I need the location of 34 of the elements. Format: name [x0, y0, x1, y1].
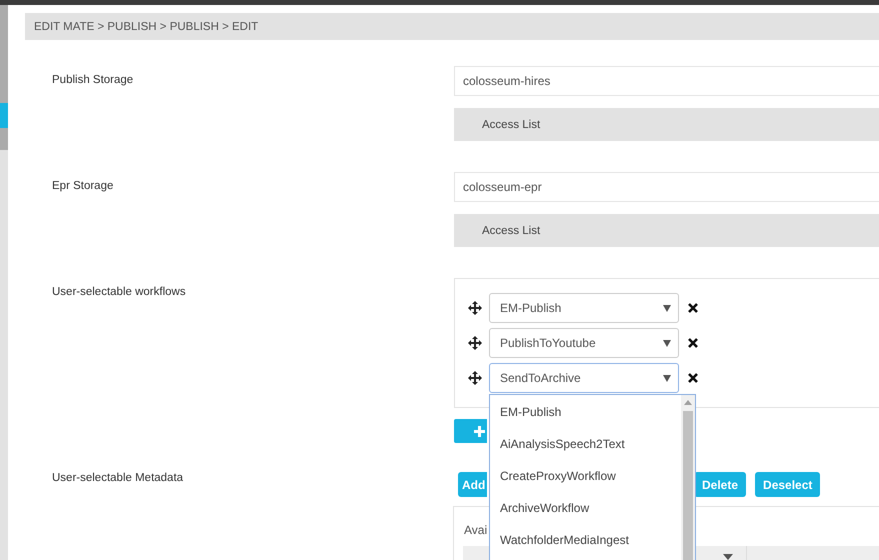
caret-icon — [663, 375, 671, 382]
storage-select[interactable]: colosseum-epr — [454, 172, 879, 202]
remove-icon[interactable] — [688, 303, 698, 313]
breadcrumb: EDIT MATE > PUBLISH > PUBLISH > EDIT — [25, 13, 879, 40]
field-label: Publish Storage — [51, 73, 134, 86]
scroll-thumb[interactable] — [683, 411, 693, 560]
remove-icon[interactable] — [688, 373, 698, 383]
workflow-select[interactable]: EM-Publish — [489, 293, 679, 323]
storage-select[interactable]: colosseum-hires — [454, 66, 879, 96]
dropdown-option[interactable]: CreateProxyWorkflow — [490, 460, 681, 492]
field-label: User-selectable workflows — [51, 285, 186, 298]
sidebar-scroll-thumb[interactable] — [0, 5, 8, 103]
dropdown-option[interactable]: ArchiveWorkflow — [490, 492, 681, 524]
dropdown-option[interactable]: WatchfolderMediaIngest — [490, 524, 681, 556]
dropdown-option[interactable]: EM-Publish — [490, 396, 681, 428]
access-list-button[interactable]: Access List — [454, 214, 879, 247]
sort-icon[interactable] — [723, 554, 733, 560]
scrollbar[interactable] — [681, 395, 695, 560]
move-icon[interactable] — [468, 336, 482, 350]
plus-icon — [474, 426, 485, 436]
move-icon[interactable] — [468, 371, 482, 385]
caret-icon — [663, 340, 671, 347]
field-label: Epr Storage — [51, 179, 114, 192]
panel-title: Avai — [464, 523, 488, 537]
workflow-select[interactable]: SendToArchive — [489, 363, 679, 393]
dropdown-option[interactable]: AiAnalysisSpeech2Text — [490, 428, 681, 460]
field-label: User-selectable Metadata — [51, 472, 184, 484]
active-indicator — [0, 103, 8, 128]
remove-icon[interactable] — [688, 338, 698, 348]
workflow-select[interactable]: PublishToYoutube — [489, 328, 679, 358]
access-list-button[interactable]: Access List — [454, 108, 879, 141]
sidebar-segment — [0, 128, 8, 150]
move-icon[interactable] — [468, 301, 482, 315]
caret-icon — [663, 305, 671, 312]
